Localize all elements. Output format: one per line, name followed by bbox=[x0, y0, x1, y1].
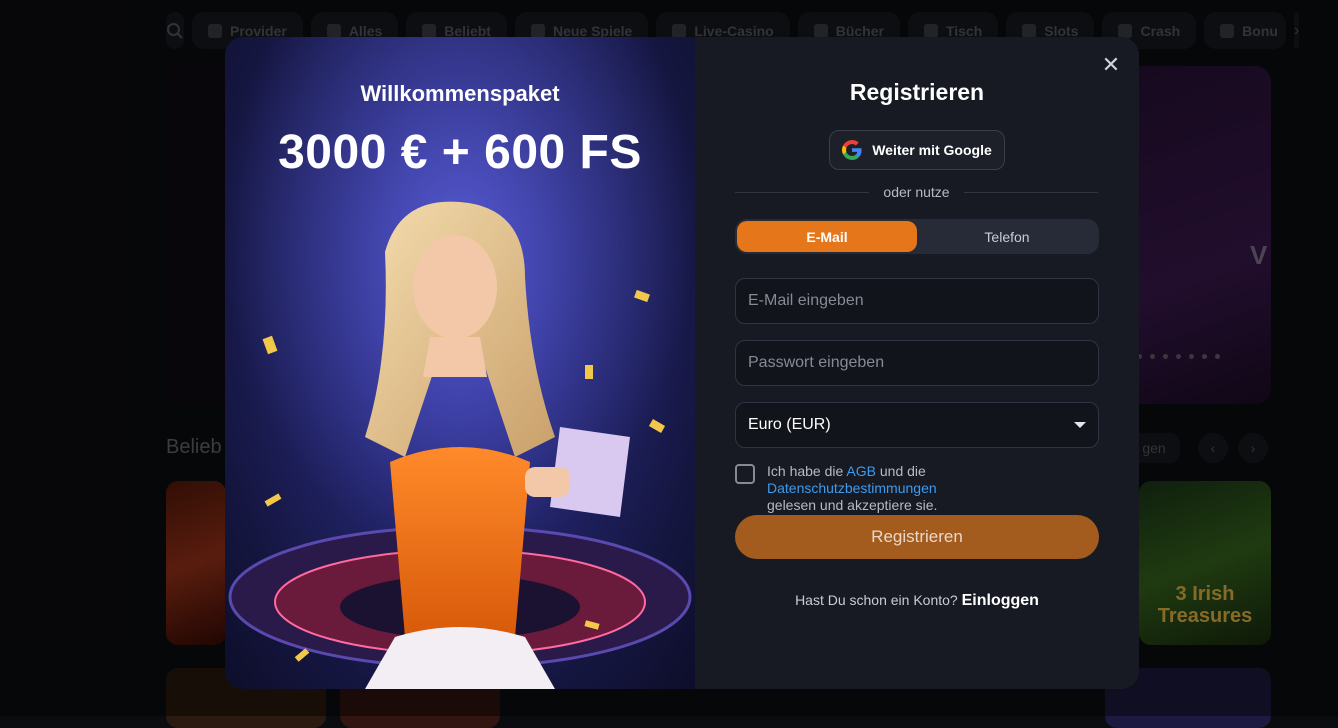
terms-prefix: Ich habe die bbox=[767, 463, 846, 479]
terms-checkbox[interactable] bbox=[735, 464, 755, 484]
signup-method-toggle: E-Mail Telefon bbox=[735, 219, 1099, 254]
register-submit-button[interactable]: Registrieren bbox=[735, 515, 1099, 559]
register-modal: Willkommenspaket 3000 € + 600 FS ✕ Regis… bbox=[225, 37, 1139, 689]
terms-mid: und die bbox=[876, 463, 926, 479]
close-button[interactable]: ✕ bbox=[1101, 55, 1121, 75]
or-label: oder nutze bbox=[883, 184, 949, 200]
agb-link[interactable]: AGB bbox=[846, 463, 876, 479]
google-icon bbox=[842, 140, 862, 160]
divider-line bbox=[964, 192, 1098, 193]
caret-down-icon bbox=[1074, 422, 1086, 428]
terms-suffix: gelesen und akzeptiere sie. bbox=[767, 497, 937, 513]
email-placeholder: E-Mail eingeben bbox=[748, 292, 864, 310]
tab-email[interactable]: E-Mail bbox=[737, 221, 917, 252]
login-link[interactable]: Einloggen bbox=[962, 592, 1039, 609]
divider-line bbox=[735, 192, 869, 193]
login-prompt-row: Hast Du schon ein Konto? Einloggen bbox=[695, 592, 1139, 610]
promo-panel: Willkommenspaket 3000 € + 600 FS bbox=[225, 37, 695, 689]
password-placeholder: Passwort eingeben bbox=[748, 354, 884, 372]
tab-phone[interactable]: Telefon bbox=[917, 221, 1097, 252]
terms-consent: Ich habe die AGB und die Datenschutzbest… bbox=[735, 463, 1099, 514]
currency-select[interactable]: Euro (EUR) bbox=[735, 402, 1099, 448]
login-prompt: Hast Du schon ein Konto? bbox=[795, 592, 958, 608]
promo-amount: 3000 € + 600 FS bbox=[225, 125, 695, 180]
form-title: Registrieren bbox=[695, 79, 1139, 106]
email-field[interactable]: E-Mail eingeben bbox=[735, 278, 1099, 324]
password-field[interactable]: Passwort eingeben bbox=[735, 340, 1099, 386]
close-icon: ✕ bbox=[1102, 52, 1120, 77]
google-signin-label: Weiter mit Google bbox=[872, 142, 992, 158]
or-divider: oder nutze bbox=[735, 184, 1098, 200]
privacy-link[interactable]: Datenschutzbestimmungen bbox=[767, 480, 937, 496]
promo-title: Willkommenspaket bbox=[225, 81, 695, 107]
register-form: ✕ Registrieren Weiter mit Google oder nu… bbox=[695, 37, 1139, 689]
terms-text: Ich habe die AGB und die Datenschutzbest… bbox=[767, 463, 1099, 514]
currency-value: Euro (EUR) bbox=[748, 416, 831, 434]
google-signin-button[interactable]: Weiter mit Google bbox=[829, 130, 1005, 170]
